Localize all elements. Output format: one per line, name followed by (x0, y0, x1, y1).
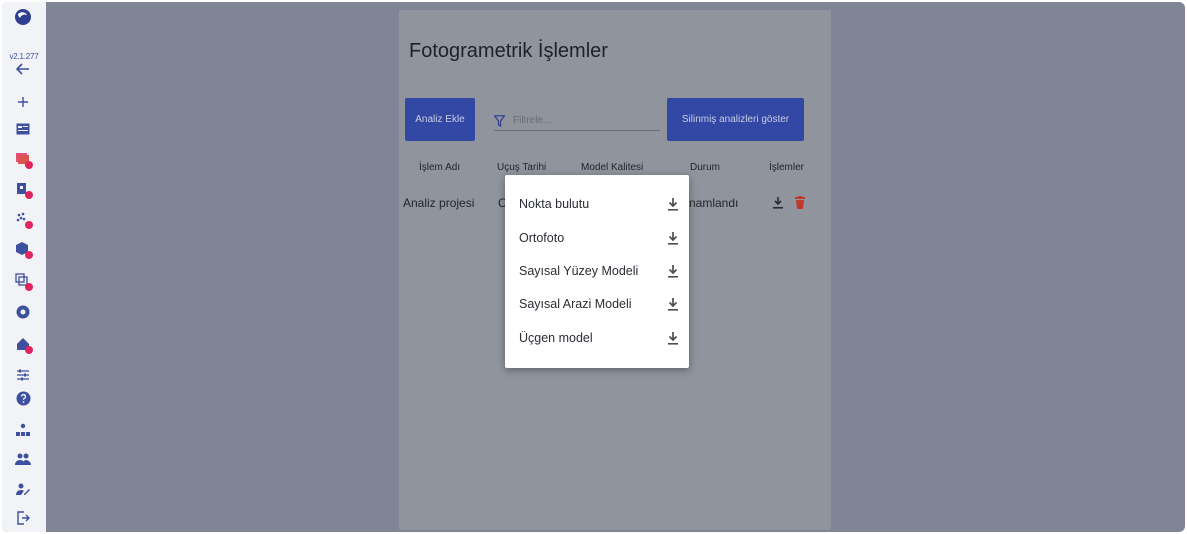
filter-field[interactable] (494, 111, 660, 131)
row-name-cell: Analiz projesi (403, 196, 475, 210)
badge (25, 161, 33, 169)
download-icon (668, 297, 678, 311)
menu-item-orthophoto[interactable]: Ortofoto (519, 227, 679, 249)
show-deleted-button[interactable]: Silinmiş analizleri göster (667, 98, 804, 141)
sliders-icon[interactable] (12, 364, 34, 386)
cube-icon[interactable] (12, 238, 34, 260)
column-header-status[interactable]: Durum (690, 162, 720, 173)
menu-item-label: Sayısal Arazi Modeli (519, 297, 632, 311)
download-icon (668, 231, 678, 245)
users-icon[interactable] (12, 448, 34, 470)
menu-item-label: Ortofoto (519, 231, 565, 245)
menu-item-triangle-model[interactable]: Üçgen model (519, 327, 679, 349)
logo-icon[interactable] (12, 6, 34, 28)
scatter-points-icon[interactable] (12, 208, 34, 230)
menu-item-label: Sayısal Yüzey Modeli (519, 264, 639, 278)
page-title: Fotogrametrik İşlemler (409, 40, 608, 62)
column-header-actions: İşlemler (769, 162, 805, 173)
badge (25, 346, 33, 354)
photo-stack-icon[interactable] (12, 148, 34, 170)
layers-icon[interactable] (12, 270, 34, 292)
menu-item-point-cloud[interactable]: Nokta bulutu (519, 193, 679, 215)
column-header-flight-date[interactable]: Uçuş Tarihi (497, 162, 546, 173)
row-status-cell: namlandı (689, 196, 739, 210)
back-icon[interactable] (12, 58, 34, 80)
column-header-name[interactable]: İşlem Adı (419, 162, 460, 173)
download-icon (668, 264, 678, 278)
badge (25, 283, 33, 291)
help-icon[interactable] (12, 387, 34, 409)
sidebar: v2.1.277 (2, 2, 46, 532)
badge (25, 251, 33, 259)
shutter-icon[interactable] (12, 301, 34, 323)
filter-icon (494, 114, 505, 127)
app-frame: v2.1.277 Fotogrametrik İşlemler Analiz E… (2, 2, 1185, 532)
menu-item-label: Üçgen model (519, 331, 593, 345)
menu-item-surface-model[interactable]: Sayısal Yüzey Modeli (519, 260, 679, 282)
map-marker-icon[interactable] (12, 178, 34, 200)
download-icon (668, 331, 678, 345)
user-edit-icon[interactable] (12, 478, 34, 500)
badge (25, 221, 33, 229)
badge (25, 191, 33, 199)
id-card-icon[interactable] (12, 118, 34, 140)
row-download-icon[interactable] (773, 197, 783, 209)
logout-icon[interactable] (12, 507, 34, 529)
menu-item-label: Nokta bulutu (519, 197, 590, 211)
menu-item-terrain-model[interactable]: Sayısal Arazi Modeli (519, 293, 679, 315)
home-settings-icon[interactable] (12, 333, 34, 355)
filter-input[interactable] (513, 115, 653, 126)
download-icon (668, 197, 678, 211)
plus-icon[interactable] (12, 91, 34, 113)
download-menu: Nokta bulutu Ortofoto Sayısal Yüzey Mode… (505, 175, 689, 368)
row-delete-icon[interactable] (795, 196, 805, 209)
add-analysis-button[interactable]: Analiz Ekle (405, 98, 475, 141)
org-chart-icon[interactable] (12, 419, 34, 441)
column-header-model-quality[interactable]: Model Kalitesi (581, 162, 643, 173)
